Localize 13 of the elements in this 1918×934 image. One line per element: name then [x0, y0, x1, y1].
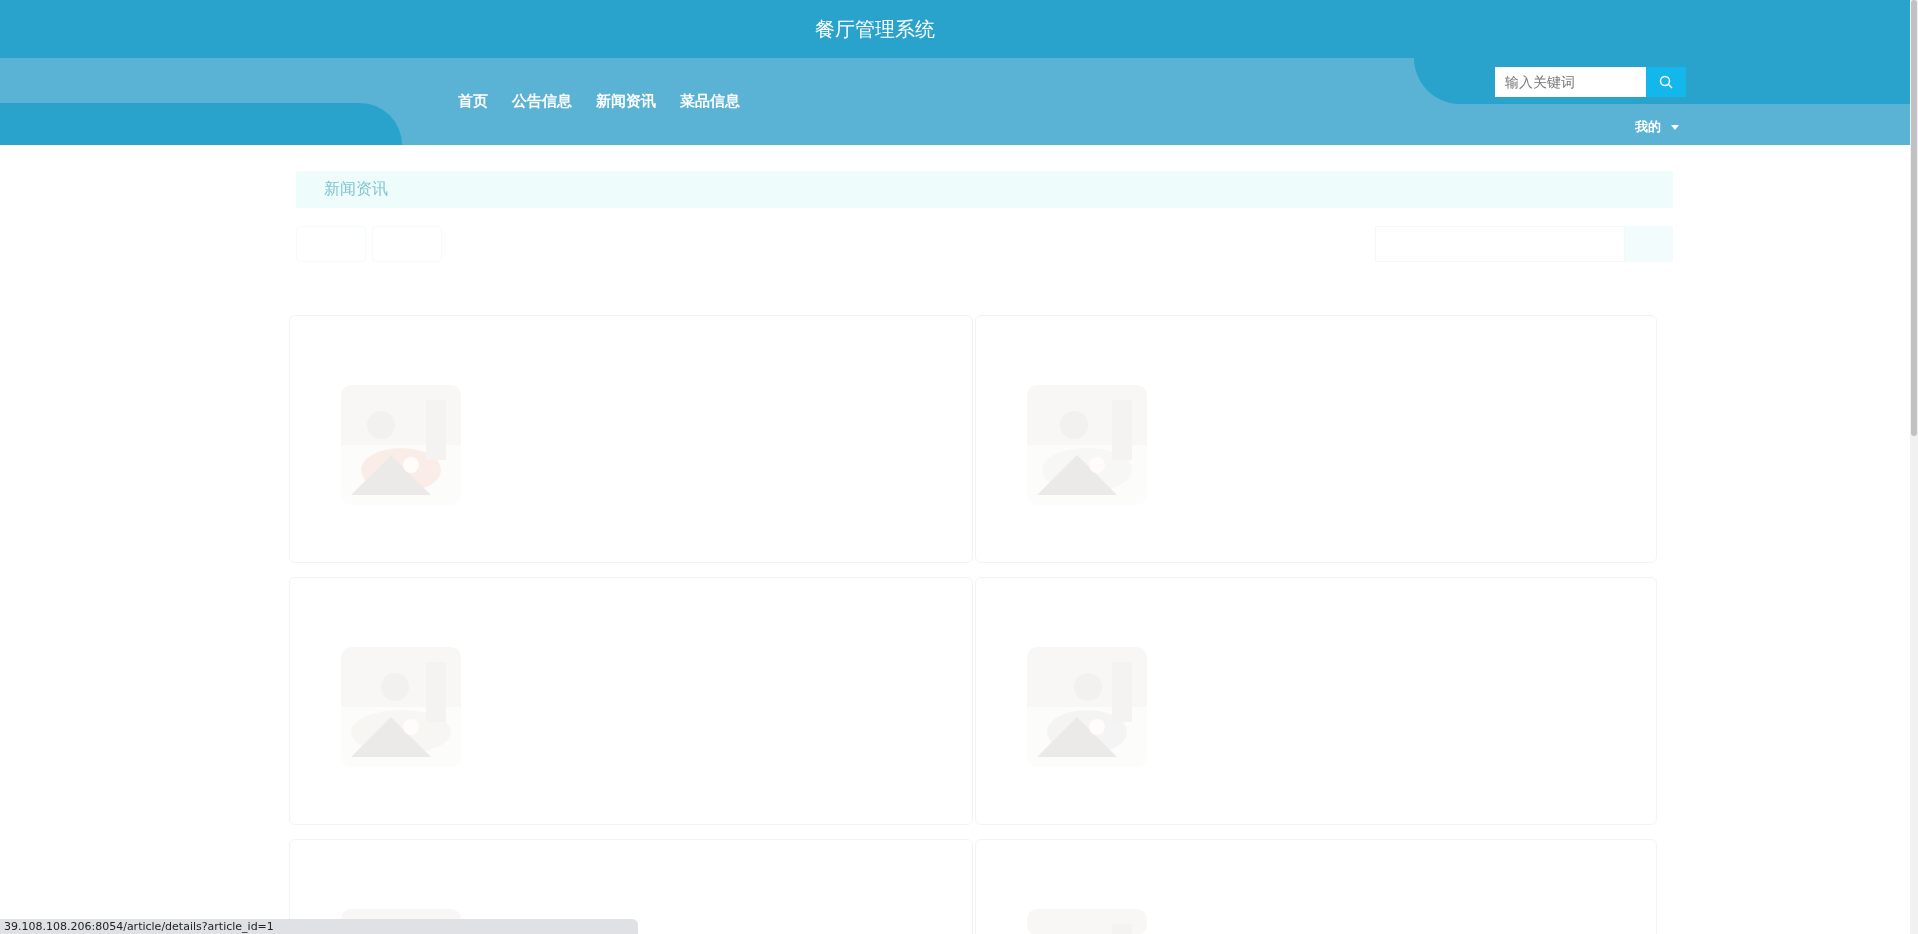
- status-url: 39.108.108.206:8054/article/details?article_id=1: [0, 919, 638, 934]
- nav-link[interactable]: 公告信息: [512, 92, 572, 111]
- caret-icon: [1671, 124, 1679, 130]
- news-card[interactable]: [289, 315, 973, 563]
- search-button[interactable]: [1646, 67, 1686, 97]
- user-menu[interactable]: 我的: [1635, 118, 1679, 136]
- search-icon: [1659, 75, 1673, 89]
- section-title: 新闻资讯: [324, 179, 388, 200]
- nav-link[interactable]: 首页: [458, 92, 488, 111]
- site-title: 餐厅管理系统: [815, 15, 935, 43]
- nav-link[interactable]: 菜品信息: [680, 92, 740, 111]
- search-field[interactable]: 输入关键词: [1495, 67, 1646, 97]
- nav-link[interactable]: 新闻资讯: [596, 92, 656, 111]
